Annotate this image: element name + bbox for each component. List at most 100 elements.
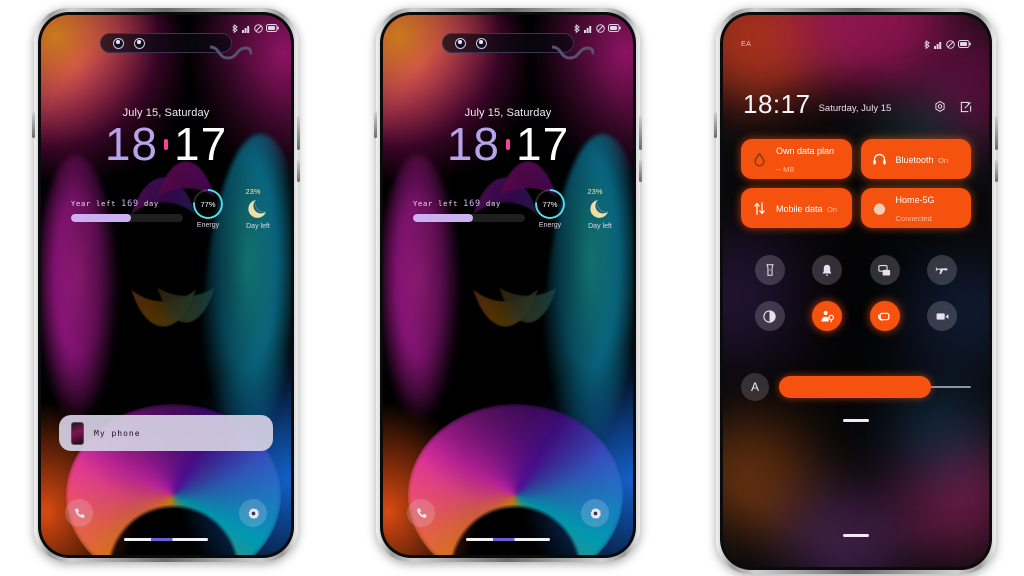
year-left-widget[interactable]: Year left 169 day	[413, 199, 525, 222]
control-center-clock: 18:17	[743, 89, 811, 119]
home-indicator[interactable]	[843, 534, 869, 537]
no-sim-icon	[946, 39, 955, 49]
eye-icon	[113, 37, 124, 49]
bluetooth-tile[interactable]: Bluetooth On	[860, 139, 971, 179]
wifi-text: Home-5G Connected	[896, 190, 962, 226]
left-side-button[interactable]	[32, 112, 35, 138]
eye-icon	[134, 37, 145, 49]
flashlight-icon[interactable]	[754, 255, 785, 285]
data-arrows-icon	[751, 200, 768, 217]
mobile-data-subtitle: On	[826, 205, 837, 214]
year-left-prefix: Year left	[413, 200, 459, 208]
settings-gear-icon	[248, 507, 259, 519]
phone-mockup-2: July 15, Saturday 18 17 Year left 169 day	[374, 8, 642, 562]
phone-shortcut-button[interactable]	[407, 499, 435, 527]
wifi-subtitle: Connected	[895, 214, 932, 223]
energy-value: 77%	[200, 199, 216, 209]
bluetooth-subtitle: On	[937, 156, 948, 165]
mobile-data-title: Mobile data	[776, 204, 823, 214]
day-left-label: Day left	[246, 223, 270, 230]
control-center-date: Saturday, July 15	[818, 103, 892, 114]
bluetooth-title: Bluetooth	[895, 155, 934, 165]
phone-thumb-icon	[71, 421, 84, 445]
wifi-icon	[871, 200, 888, 217]
wifi-tile[interactable]: Home-5G Connected	[860, 188, 971, 228]
day-left-widget[interactable]: 23% Day left	[235, 187, 281, 230]
quick-settings-tiles: Own data plan -- MB Bluetooth On Mobile …	[741, 139, 971, 228]
energy-widget[interactable]: 77% Energy	[187, 189, 229, 229]
data-plan-tile[interactable]: Own data plan -- MB	[741, 139, 852, 179]
phone-screen-3: EA 18:17 Saturday, July 15 Own data plan…	[723, 15, 989, 567]
control-center-drag-handle[interactable]	[843, 419, 869, 422]
brightness-slider[interactable]	[779, 376, 971, 398]
bell-icon[interactable]	[812, 255, 843, 285]
volume-button[interactable]	[297, 116, 300, 150]
status-icons	[573, 23, 621, 33]
wallpaper-vignette	[41, 15, 291, 555]
screen-record-icon[interactable]	[927, 301, 958, 331]
day-left-value: 23%	[245, 187, 261, 196]
eye-icon	[476, 37, 487, 49]
control-center-header: 18:17 Saturday, July 15	[743, 91, 973, 117]
phone-screen-1: July 15, Saturday 18 17 Year left 169 day	[41, 15, 291, 555]
settings-gear-icon[interactable]	[933, 100, 947, 114]
brightness-row: A	[741, 373, 971, 401]
bluetooth-icon	[232, 23, 238, 33]
lockscreen-wallpaper	[383, 15, 633, 555]
year-left-progress-track	[71, 214, 183, 222]
lock-date: July 15, Saturday	[122, 107, 210, 119]
energy-ring-wrap: 77%	[193, 189, 223, 219]
auto-rotate-icon[interactable]	[869, 301, 900, 331]
energy-widget[interactable]: 77% Energy	[529, 189, 571, 229]
settings-shortcut-button[interactable]	[581, 499, 609, 527]
edit-icon[interactable]	[959, 100, 973, 114]
year-left-progress-track	[413, 214, 525, 222]
settings-shortcut-button[interactable]	[239, 499, 267, 527]
day-left-value: 23%	[587, 187, 603, 196]
carrier-label: EA	[741, 40, 752, 48]
home-indicator[interactable]	[124, 538, 208, 541]
power-button[interactable]	[639, 160, 642, 182]
year-left-widget[interactable]: Year left 169 day	[71, 199, 183, 222]
bluetooth-icon	[574, 23, 580, 33]
cast-icon[interactable]	[869, 255, 900, 285]
airplane-icon[interactable]	[927, 255, 958, 285]
phone-shortcut-button[interactable]	[65, 499, 93, 527]
auto-brightness-button[interactable]: A	[741, 373, 769, 401]
year-left-value: 169	[463, 199, 481, 209]
lock-date: July 15, Saturday	[464, 107, 552, 119]
control-center-status-bar: EA	[723, 37, 989, 51]
no-sim-icon	[254, 23, 263, 33]
battery-icon	[608, 24, 621, 32]
moon-icon	[588, 196, 612, 220]
phone-mockup-3: EA 18:17 Saturday, July 15 Own data plan…	[714, 8, 998, 574]
power-button[interactable]	[995, 160, 998, 182]
clock-separator-dot	[164, 139, 168, 150]
energy-value: 77%	[542, 199, 558, 209]
mobile-data-tile[interactable]: Mobile data On	[741, 188, 852, 228]
location-icon[interactable]	[812, 301, 843, 331]
my-phone-card[interactable]: My phone	[59, 415, 273, 451]
left-side-button[interactable]	[714, 112, 717, 138]
day-left-widget[interactable]: 23% Day left	[577, 187, 623, 230]
data-plan-subtitle: -- MB	[776, 165, 795, 174]
home-indicator[interactable]	[466, 538, 550, 541]
brightness-fill	[779, 376, 931, 398]
power-button[interactable]	[297, 160, 300, 182]
no-sim-icon	[596, 23, 605, 33]
lockscreen-wallpaper	[41, 15, 291, 555]
left-side-button[interactable]	[374, 112, 377, 138]
year-left-suffix: day	[485, 200, 501, 208]
control-center-actions	[933, 100, 973, 114]
energy-label: Energy	[196, 222, 220, 229]
volume-button[interactable]	[995, 116, 998, 150]
phone-icon	[416, 508, 426, 518]
eye-icon	[455, 37, 466, 49]
dark-mode-icon[interactable]	[754, 301, 785, 331]
bluetooth-icon	[924, 39, 930, 49]
day-left-label: Day left	[588, 223, 612, 230]
wifi-title: Home-5G	[895, 195, 935, 205]
volume-button[interactable]	[639, 116, 642, 150]
year-left-progress-fill	[71, 214, 132, 222]
phone-bezel-3: EA 18:17 Saturday, July 15 Own data plan…	[720, 12, 992, 570]
